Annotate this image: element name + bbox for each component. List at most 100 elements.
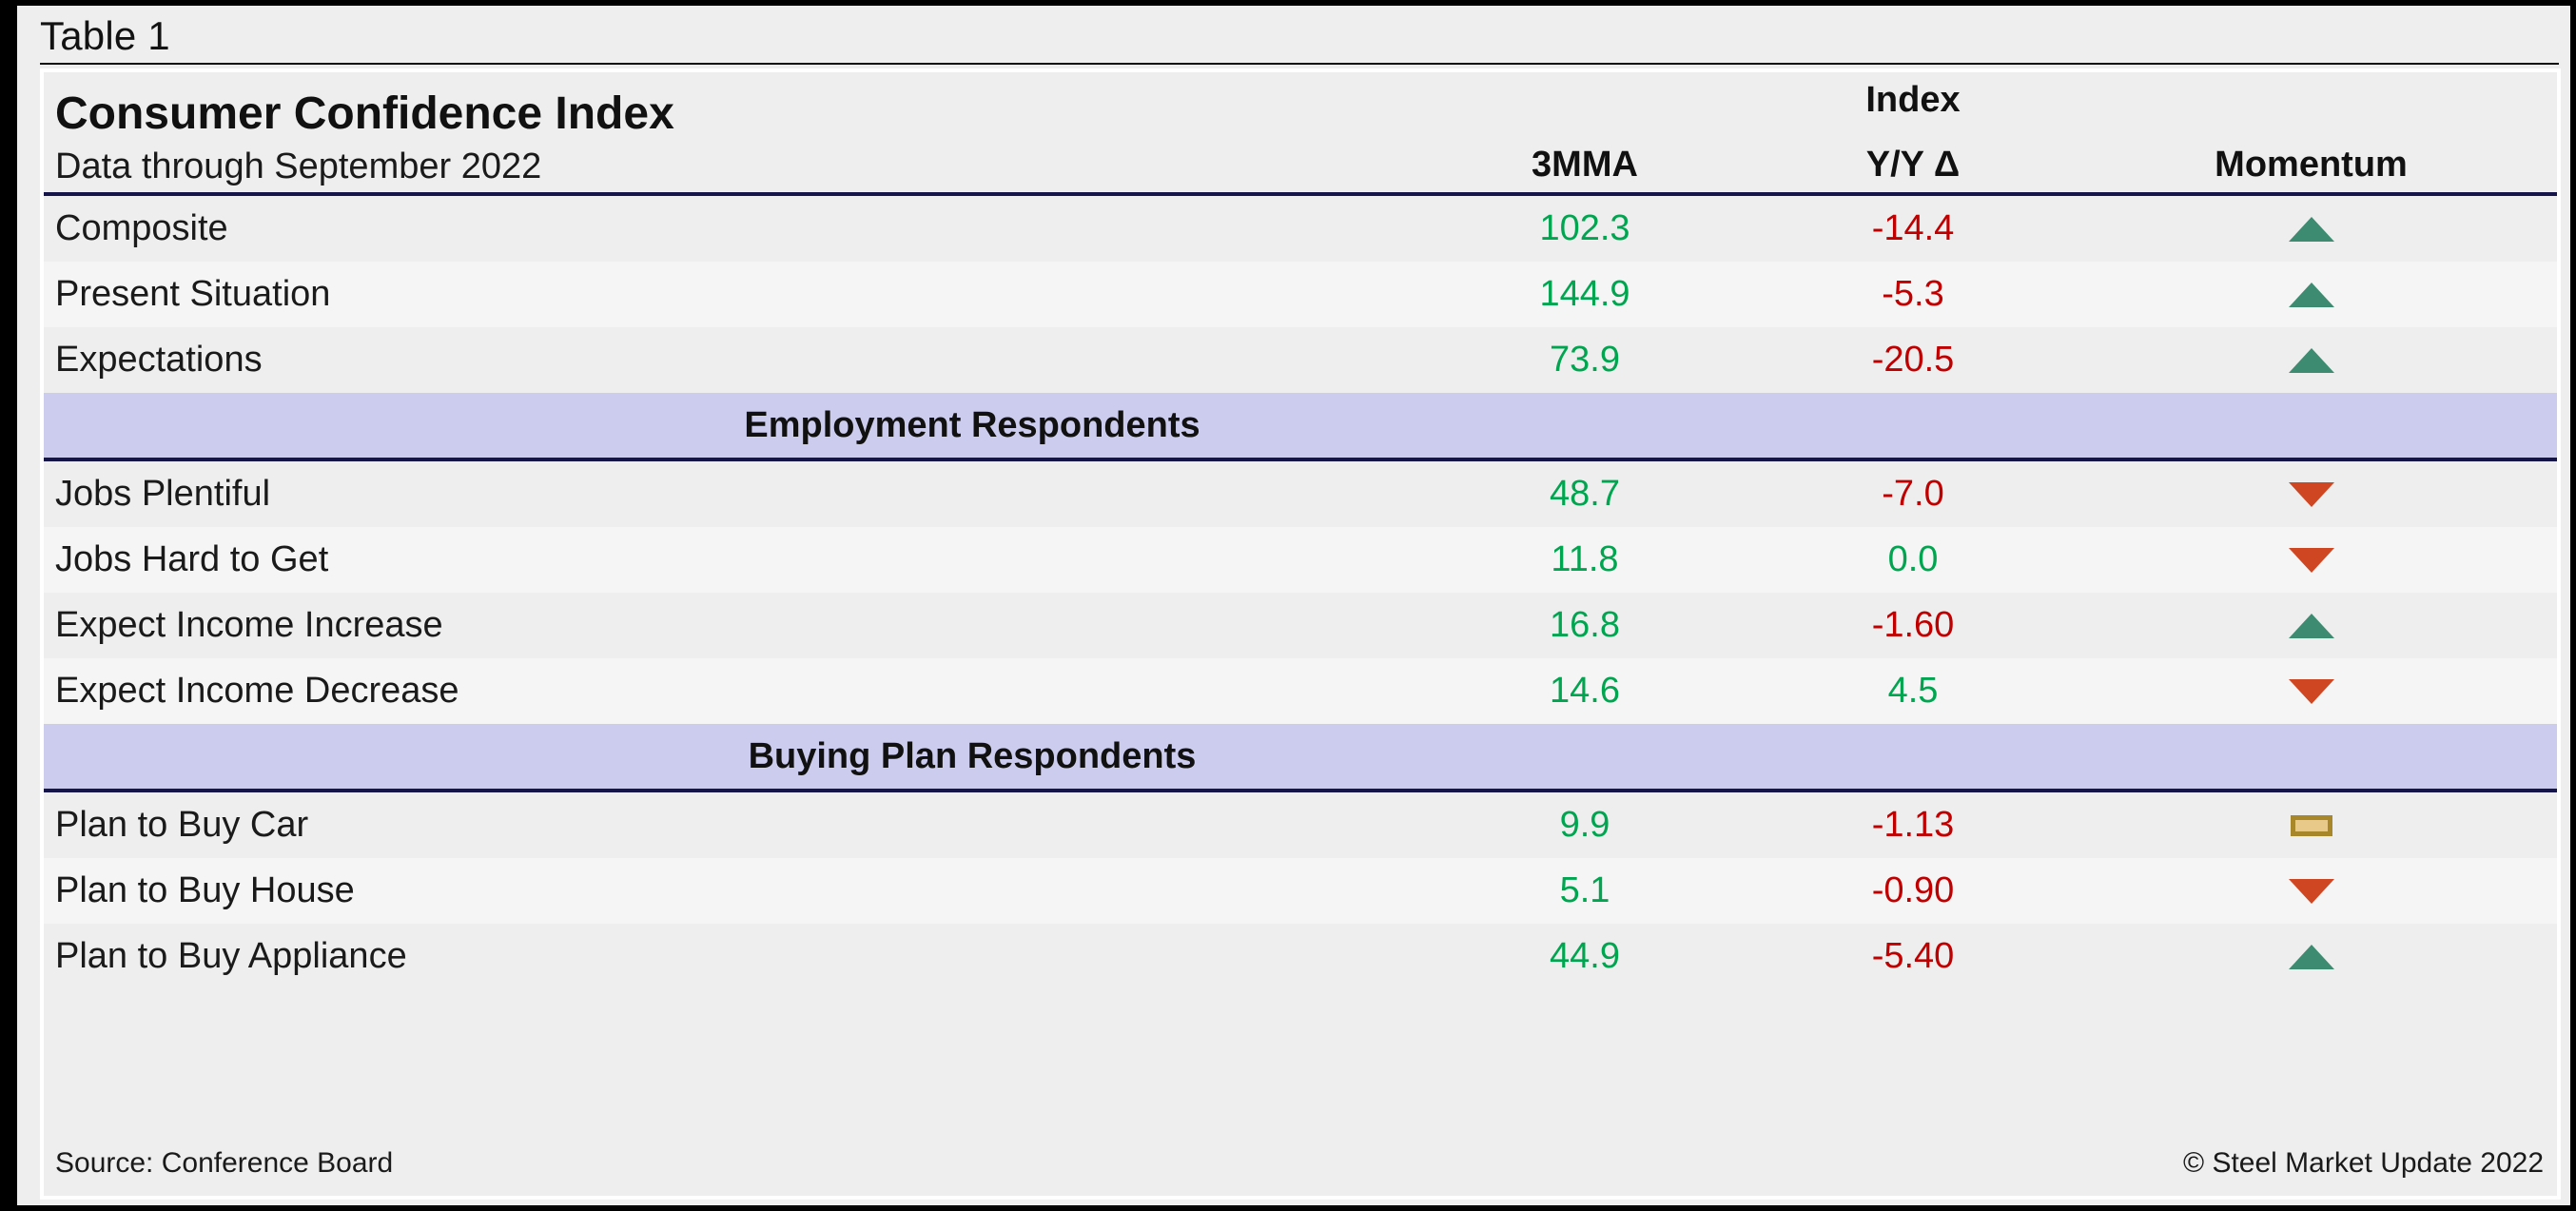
copyright-note: © Steel Market Update 2022 — [2183, 1147, 2544, 1180]
cell-momentum — [2065, 815, 2557, 836]
caption-divider — [40, 63, 2559, 65]
cell-3mma: 48.7 — [1409, 474, 1761, 515]
momentum-down-icon — [2289, 679, 2334, 704]
cell-yy-delta: 4.5 — [1761, 671, 2065, 712]
value-yy-delta: -14.4 — [1872, 208, 1955, 248]
value-3mma: 9.9 — [1560, 805, 1610, 845]
cell-yy-delta: -14.4 — [1761, 208, 2065, 249]
table-content: Consumer Confidence Index Data through S… — [44, 72, 2557, 1196]
cell-momentum — [2065, 945, 2557, 969]
row-label: Jobs Hard to Get — [55, 539, 328, 579]
table-rows: Composite 102.3 -14.4 Present Situation 144.… — [44, 196, 2557, 989]
section-header-row: Buying Plan Respondents — [44, 724, 2557, 789]
cell-momentum — [2065, 879, 2557, 904]
figure-sheet: Table 1 STEEL MARKET UPDATE part of the … — [17, 6, 2570, 1205]
cell-yy-delta: -5.40 — [1761, 936, 2065, 977]
section-header-label: Buying Plan Respondents — [749, 736, 1197, 777]
value-3mma: 16.8 — [1550, 605, 1620, 645]
section-header-row: Employment Respondents — [44, 393, 2557, 458]
row-label: Plan to Buy House — [55, 870, 355, 910]
momentum-up-icon — [2289, 283, 2334, 307]
row-label: Jobs Plentiful — [55, 474, 270, 514]
column-header-momentum: Momentum — [2065, 145, 2557, 186]
section-header-label: Employment Respondents — [744, 405, 1200, 446]
cell-momentum — [2065, 679, 2557, 704]
table-footer: Source: Conference Board © Steel Market … — [44, 1135, 2557, 1192]
row-label: Present Situation — [55, 274, 330, 314]
value-3mma: 44.9 — [1550, 936, 1620, 976]
row-label: Expect Income Increase — [55, 605, 443, 645]
momentum-up-icon — [2289, 217, 2334, 242]
cell-yy-delta: -5.3 — [1761, 274, 2065, 315]
cell-3mma: 9.9 — [1409, 805, 1761, 846]
momentum-down-icon — [2289, 548, 2334, 573]
value-yy-delta: -20.5 — [1872, 340, 1955, 380]
table-row: Plan to Buy Appliance 44.9 -5.40 — [44, 924, 2557, 989]
value-3mma: 102.3 — [1539, 208, 1630, 248]
value-yy-delta: -5.3 — [1882, 274, 1943, 314]
row-label: Plan to Buy Appliance — [55, 936, 407, 976]
row-label: Plan to Buy Car — [55, 805, 308, 845]
momentum-flat-icon — [2291, 815, 2332, 836]
table-row: Jobs Plentiful 48.7 -7.0 — [44, 461, 2557, 527]
value-3mma: 144.9 — [1539, 274, 1630, 314]
value-yy-delta: -5.40 — [1872, 936, 1955, 976]
row-label: Expectations — [55, 340, 263, 380]
cell-yy-delta: -7.0 — [1761, 474, 2065, 515]
cell-momentum — [2065, 548, 2557, 573]
row-label-cell: Expect Income Decrease — [44, 671, 1409, 712]
row-label-cell: Expectations — [44, 340, 1409, 381]
momentum-up-icon — [2289, 348, 2334, 373]
cell-yy-delta: -1.13 — [1761, 805, 2065, 846]
momentum-up-icon — [2289, 614, 2334, 638]
value-yy-delta: 0.0 — [1888, 539, 1939, 579]
cell-3mma: 73.9 — [1409, 340, 1761, 381]
row-label-cell: Present Situation — [44, 274, 1409, 315]
momentum-down-icon — [2289, 482, 2334, 507]
row-label-cell: Jobs Plentiful — [44, 474, 1409, 515]
caption-bar: Table 1 — [17, 6, 2570, 65]
cell-3mma: 5.1 — [1409, 870, 1761, 911]
cell-yy-delta: -20.5 — [1761, 340, 2065, 381]
value-yy-delta: -0.90 — [1872, 870, 1955, 910]
cell-momentum — [2065, 283, 2557, 307]
table-row: Plan to Buy House 5.1 -0.90 — [44, 858, 2557, 924]
row-label-cell: Jobs Hard to Get — [44, 539, 1409, 580]
value-yy-delta: -1.13 — [1872, 805, 1955, 845]
value-3mma: 5.1 — [1560, 870, 1610, 910]
value-yy-delta: -7.0 — [1882, 474, 1943, 514]
value-3mma: 11.8 — [1551, 539, 1618, 579]
row-label: Composite — [55, 208, 228, 248]
momentum-up-icon — [2289, 945, 2334, 969]
table-caption: Table 1 — [40, 13, 170, 59]
row-label-cell: Plan to Buy House — [44, 870, 1409, 911]
page-title: Consumer Confidence Index — [55, 88, 674, 140]
value-3mma: 48.7 — [1550, 474, 1620, 514]
momentum-down-icon — [2289, 879, 2334, 904]
cell-momentum — [2065, 482, 2557, 507]
column-header-3mma: 3MMA — [1409, 145, 1761, 186]
cell-yy-delta: 0.0 — [1761, 539, 2065, 580]
value-3mma: 14.6 — [1550, 671, 1620, 711]
source-note: Source: Conference Board — [55, 1147, 393, 1180]
cell-3mma: 11.8 — [1409, 539, 1761, 580]
table-row: Composite 102.3 -14.4 — [44, 196, 2557, 262]
cell-momentum — [2065, 217, 2557, 242]
row-label: Expect Income Decrease — [55, 671, 459, 711]
row-label-cell: Plan to Buy Car — [44, 805, 1409, 846]
table-figure: Table 1 STEEL MARKET UPDATE part of the … — [0, 0, 2576, 1211]
table-row: Expect Income Increase16.8-1.60 — [44, 593, 2557, 658]
cell-momentum — [2065, 348, 2557, 373]
column-header-yy-delta: Y/Y Δ — [1761, 145, 2065, 186]
row-label-cell: Expect Income Increase — [44, 605, 1409, 646]
cell-yy-delta: -0.90 — [1761, 870, 2065, 911]
table-row: Expectations 73.9 -20.5 — [44, 327, 2557, 393]
cell-momentum — [2065, 614, 2557, 638]
cell-3mma: 14.6 — [1409, 671, 1761, 712]
row-label-cell: Plan to Buy Appliance — [44, 936, 1409, 977]
value-yy-delta: 4.5 — [1888, 671, 1939, 711]
value-3mma: 73.9 — [1550, 340, 1620, 380]
column-group-index: Index — [1761, 80, 2065, 121]
cell-3mma: 44.9 — [1409, 936, 1761, 977]
table-row: Present Situation 144.9 -5.3 — [44, 262, 2557, 327]
